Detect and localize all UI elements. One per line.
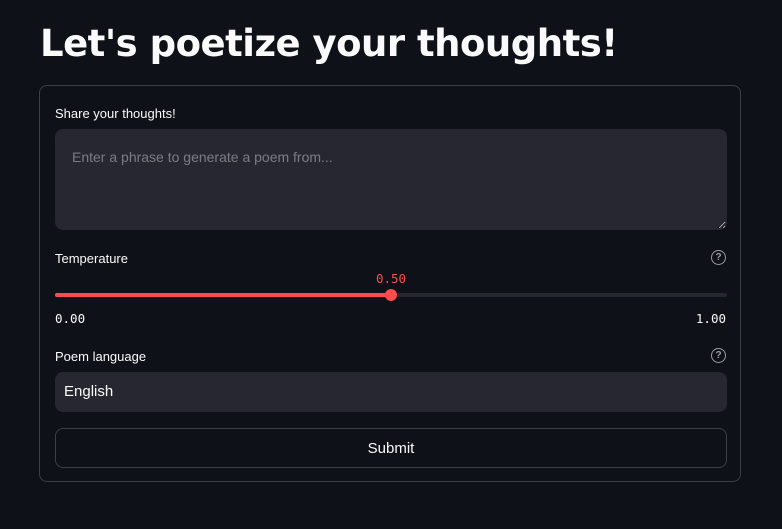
temperature-slider[interactable]	[55, 289, 727, 301]
thoughts-label: Share your thoughts!	[55, 106, 176, 121]
temperature-min-label: 0.00	[55, 311, 86, 326]
page-title: Let's poetize your thoughts!	[40, 22, 618, 65]
temperature-help-icon[interactable]: ?	[711, 250, 726, 265]
thoughts-textarea[interactable]	[55, 129, 727, 230]
temperature-max-label: 1.00	[695, 311, 726, 326]
temperature-value: 0.50	[375, 271, 407, 286]
poem-form: Share your thoughts! Temperature ? 0.50 …	[39, 85, 741, 482]
temperature-label: Temperature	[55, 251, 128, 266]
language-select-value: English	[64, 383, 114, 400]
temperature-slider-thumb[interactable]	[385, 289, 397, 301]
submit-button[interactable]: Submit	[55, 428, 727, 468]
language-select[interactable]: English	[55, 372, 727, 412]
language-help-icon[interactable]: ?	[711, 348, 726, 363]
language-label: Poem language	[55, 349, 147, 364]
temperature-slider-fill	[55, 293, 391, 297]
